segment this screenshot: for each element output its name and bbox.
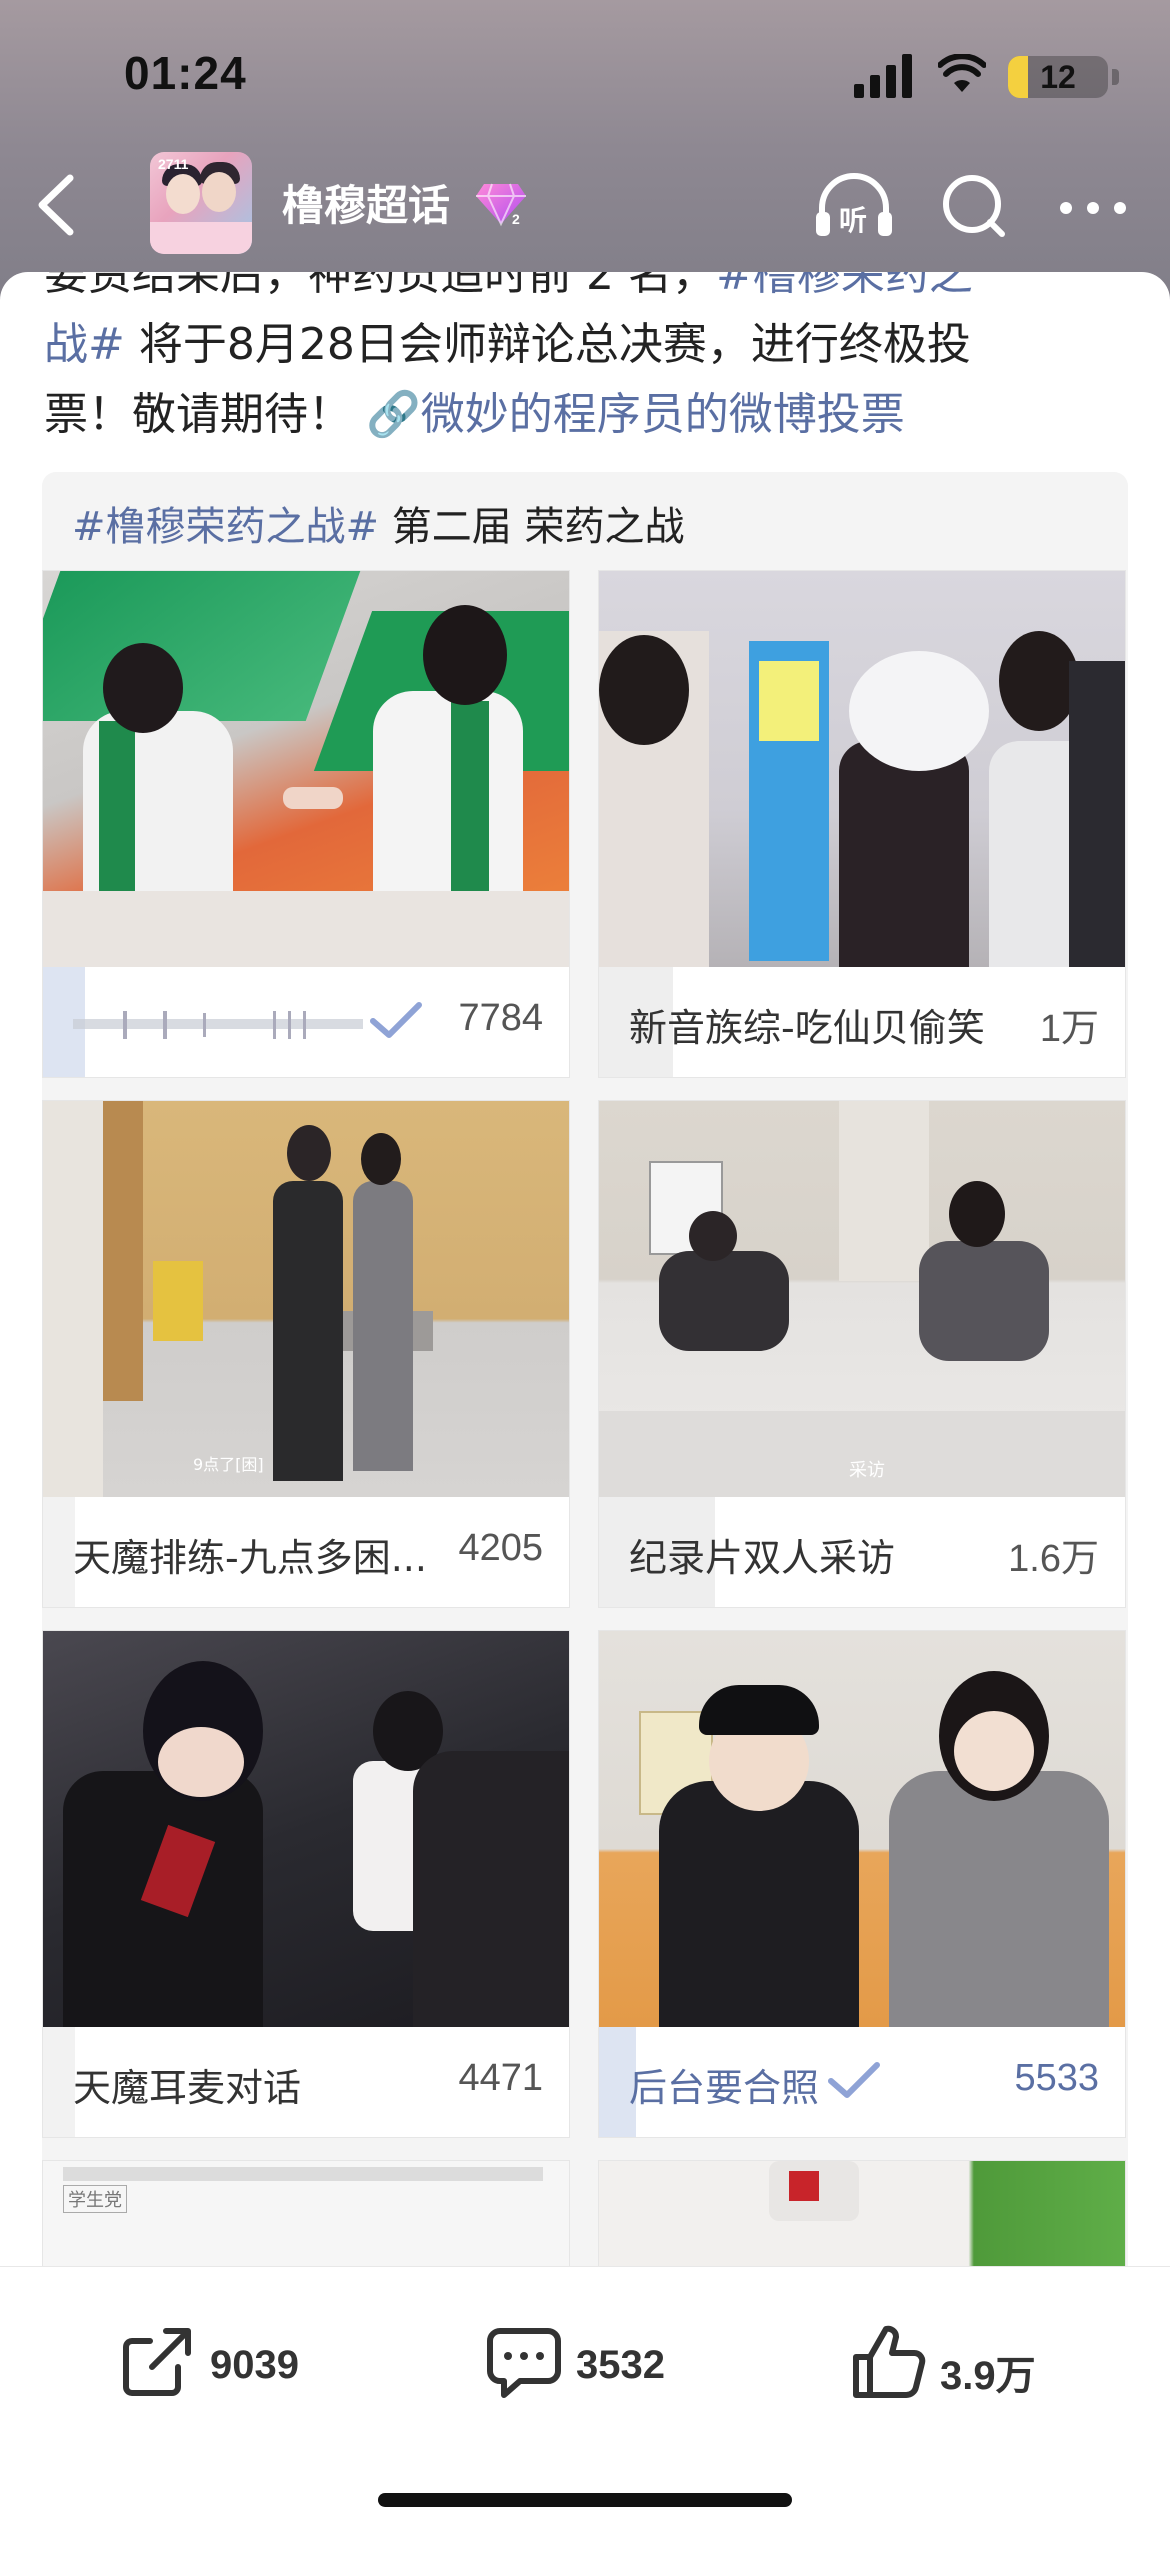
comment-button[interactable]: 3532 — [484, 2321, 704, 2411]
wifi-icon — [938, 54, 986, 92]
option-5-label: 天魔耳麦对话 — [73, 2066, 302, 2110]
poll-option-4[interactable]: 采访 纪录片双人采访 1.6万 — [598, 1100, 1126, 1608]
diamond-badge-icon: 2 — [476, 183, 526, 227]
svg-text:2: 2 — [512, 211, 520, 227]
group-avatar[interactable]: 2711 — [150, 152, 252, 254]
post-text-line3: 票！敬请期待！ — [44, 389, 352, 440]
post-text-line1a: 要资结果后， — [44, 272, 308, 300]
poll-title-text: 第二届 荣药之战 — [379, 504, 685, 550]
battery-level: 12 — [1040, 59, 1076, 95]
nav-bar: 2711 橹穆超话 2 听 — [0, 150, 1170, 260]
option-2-result-bar: 新音族综-吃仙贝偷笑 1万 — [599, 967, 1125, 1077]
poll-title: #橹穆荣药之战# 第二届 荣药之战 — [72, 494, 684, 552]
option-6-image — [599, 1631, 1125, 2027]
option-4-count: 1.6万 — [1008, 1538, 1099, 1580]
option-4-result-bar: 纪录片双人采访 1.6万 — [599, 1497, 1125, 1607]
poll-option-3[interactable]: 9点了[困] 天魔排练-九点多困... 4205 — [42, 1100, 570, 1608]
avatar-tag: 2711 — [158, 156, 189, 172]
post-card: 要资结果后，神药贡追时前 2 名，#橹穆荣药之 战# 将于8月28日会师辩论总决… — [0, 272, 1170, 2572]
option-3-result-bar: 天魔排练-九点多困... 4205 — [43, 1497, 569, 1607]
option-1-image — [43, 571, 569, 967]
status-time: 01:24 — [124, 47, 247, 99]
voted-check-icon — [370, 1002, 422, 1038]
poll-option-5[interactable]: 天魔耳麦对话 4471 — [42, 1630, 570, 2138]
share-icon — [123, 2328, 191, 2396]
option-3-watermark: 9点了[困] — [193, 1455, 264, 1474]
post-text-line2: 将于8月28日会师辩论总决赛，进行终极投 — [124, 319, 971, 370]
status-bar: 01:24 12 — [0, 0, 1170, 150]
option-5-result-bar: 天魔耳麦对话 4471 — [43, 2027, 569, 2137]
option-1-result-bar: 7784 — [43, 967, 569, 1077]
back-arrow-icon[interactable] — [30, 170, 90, 240]
poll-option-1[interactable]: 7784 — [42, 570, 570, 1078]
share-count: 9039 — [210, 2343, 299, 2387]
option-2-image — [599, 571, 1125, 967]
poll-link[interactable]: 🔗微妙的程序员的微博投票 — [366, 389, 905, 440]
option-2-label: 新音族综-吃仙贝偷笑 — [629, 1006, 985, 1050]
bottom-action-bar: 9039 3532 3.9万 — [0, 2266, 1170, 2533]
comment-icon — [487, 2328, 561, 2398]
post-text-line1b: 神药 — [308, 272, 396, 300]
like-button[interactable]: 3.9万 — [848, 2321, 1088, 2411]
comment-count: 3532 — [576, 2343, 665, 2387]
cellular-signal-icon — [854, 54, 912, 98]
option-6-count: 5533 — [1014, 2057, 1099, 2099]
option-5-count: 4471 — [458, 2057, 543, 2099]
share-button[interactable]: 9039 — [118, 2321, 338, 2411]
svg-text:听: 听 — [839, 204, 867, 237]
like-count: 3.9万 — [940, 2354, 1036, 2398]
option-3-label: 天魔排练-九点多困... — [73, 1536, 427, 1580]
battery-indicator: 12 — [1008, 56, 1124, 100]
option-4-watermark: 采访 — [849, 1460, 885, 1481]
home-indicator — [378, 2493, 792, 2507]
poll-topic-tag[interactable]: #橹穆荣药之战# — [72, 504, 379, 550]
option-6-result-bar: 后台要合照 5533 — [599, 2027, 1125, 2137]
poll-option-2[interactable]: 新音族综-吃仙贝偷笑 1万 — [598, 570, 1126, 1078]
option-5-image — [43, 1631, 569, 2027]
option-6-label: 后台要合照 — [629, 2066, 820, 2110]
post-text: 要资结果后，神药贡追时前 2 名，#橹穆荣药之 战# 将于8月28日会师辩论总决… — [44, 272, 1134, 450]
listen-headphones-icon[interactable]: 听 — [812, 170, 896, 242]
search-icon[interactable] — [940, 172, 1008, 240]
option-2-count: 1万 — [1039, 1008, 1099, 1050]
option-4-image: 采访 — [599, 1101, 1125, 1497]
voted-check-icon — [828, 2062, 880, 2098]
obscured-label-scribble — [73, 1011, 363, 1039]
option-3-image: 9点了[困] — [43, 1101, 569, 1497]
topic-tag-part1[interactable]: #橹穆荣药之 — [716, 272, 973, 300]
more-options-icon[interactable] — [1058, 200, 1128, 216]
topic-tag-part2[interactable]: 战# — [44, 319, 125, 370]
option-1-count: 7784 — [458, 997, 543, 1039]
poll-panel: #橹穆荣药之战# 第二届 荣药之战 7784 新音族综-吃仙贝偷笑 1万 9点了… — [42, 472, 1128, 2372]
thumbs-up-icon — [853, 2325, 926, 2398]
option-3-count: 4205 — [458, 1527, 543, 1569]
option-4-label: 纪录片双人采访 — [629, 1536, 896, 1580]
poll-option-6[interactable]: 后台要合照 5533 — [598, 1630, 1126, 2138]
option-7-tag: 学生党 — [63, 2185, 127, 2213]
group-name[interactable]: 橹穆超话 — [282, 172, 450, 233]
post-text-line1c: 贡追时前 2 名， — [396, 272, 716, 300]
